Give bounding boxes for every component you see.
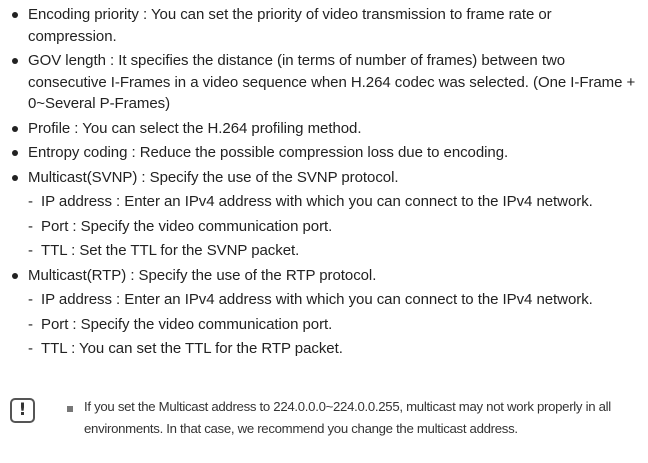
- list-item-multicast-svnp: Multicast(SVNP) : Specify the use of the…: [10, 167, 642, 189]
- sub-item-rtp-ttl: - TTL : You can set the TTL for the RTP p…: [28, 340, 343, 357]
- square-bullet-icon: [67, 406, 73, 412]
- list-item-entropy-coding: Entropy coding : Reduce the possible com…: [10, 142, 642, 164]
- sub-item-text: IP address : Enter an IPv4 address with …: [41, 291, 593, 308]
- list-item-multicast-rtp: Multicast(RTP) : Specify the use of the …: [10, 265, 642, 287]
- sub-item-text: TTL : You can set the TTL for the RTP pa…: [41, 340, 343, 357]
- sub-item-text: IP address : Enter an IPv4 address with …: [41, 193, 593, 210]
- sub-item-svnp-ip-address: - IP address : Enter an IPv4 address with…: [28, 193, 593, 210]
- sub-item-text: TTL : Set the TTL for the SVNP packet.: [41, 242, 300, 259]
- exclamation-icon: !: [10, 398, 35, 423]
- list-item-gov-length: GOV length : It specifies the distance (…: [10, 50, 642, 115]
- list-item-encoding-priority: Encoding priority : You can set the prio…: [10, 4, 642, 47]
- sub-item-text: Port : Specify the video communication p…: [41, 315, 333, 333]
- sub-item-rtp-port: - Port : Specify the video communication …: [28, 315, 333, 333]
- note-text: If you set the Multicast address to 224.…: [84, 399, 611, 436]
- sub-item-rtp-ip-address: - IP address : Enter an IPv4 address with…: [28, 291, 593, 308]
- sub-item-svnp-port: - Port : Specify the video communication …: [28, 217, 333, 235]
- sub-item-text: Port : Specify the video communication p…: [41, 217, 333, 235]
- list-item-profile: Profile : You can select the H.264 profi…: [10, 118, 642, 140]
- note-box: ! If you set the Multicast address to 22…: [10, 395, 642, 455]
- manual-content: Encoding priority : You can set the prio…: [10, 4, 642, 363]
- sub-item-svnp-ttl: - TTL : Set the TTL for the SVNP packet.: [28, 242, 300, 259]
